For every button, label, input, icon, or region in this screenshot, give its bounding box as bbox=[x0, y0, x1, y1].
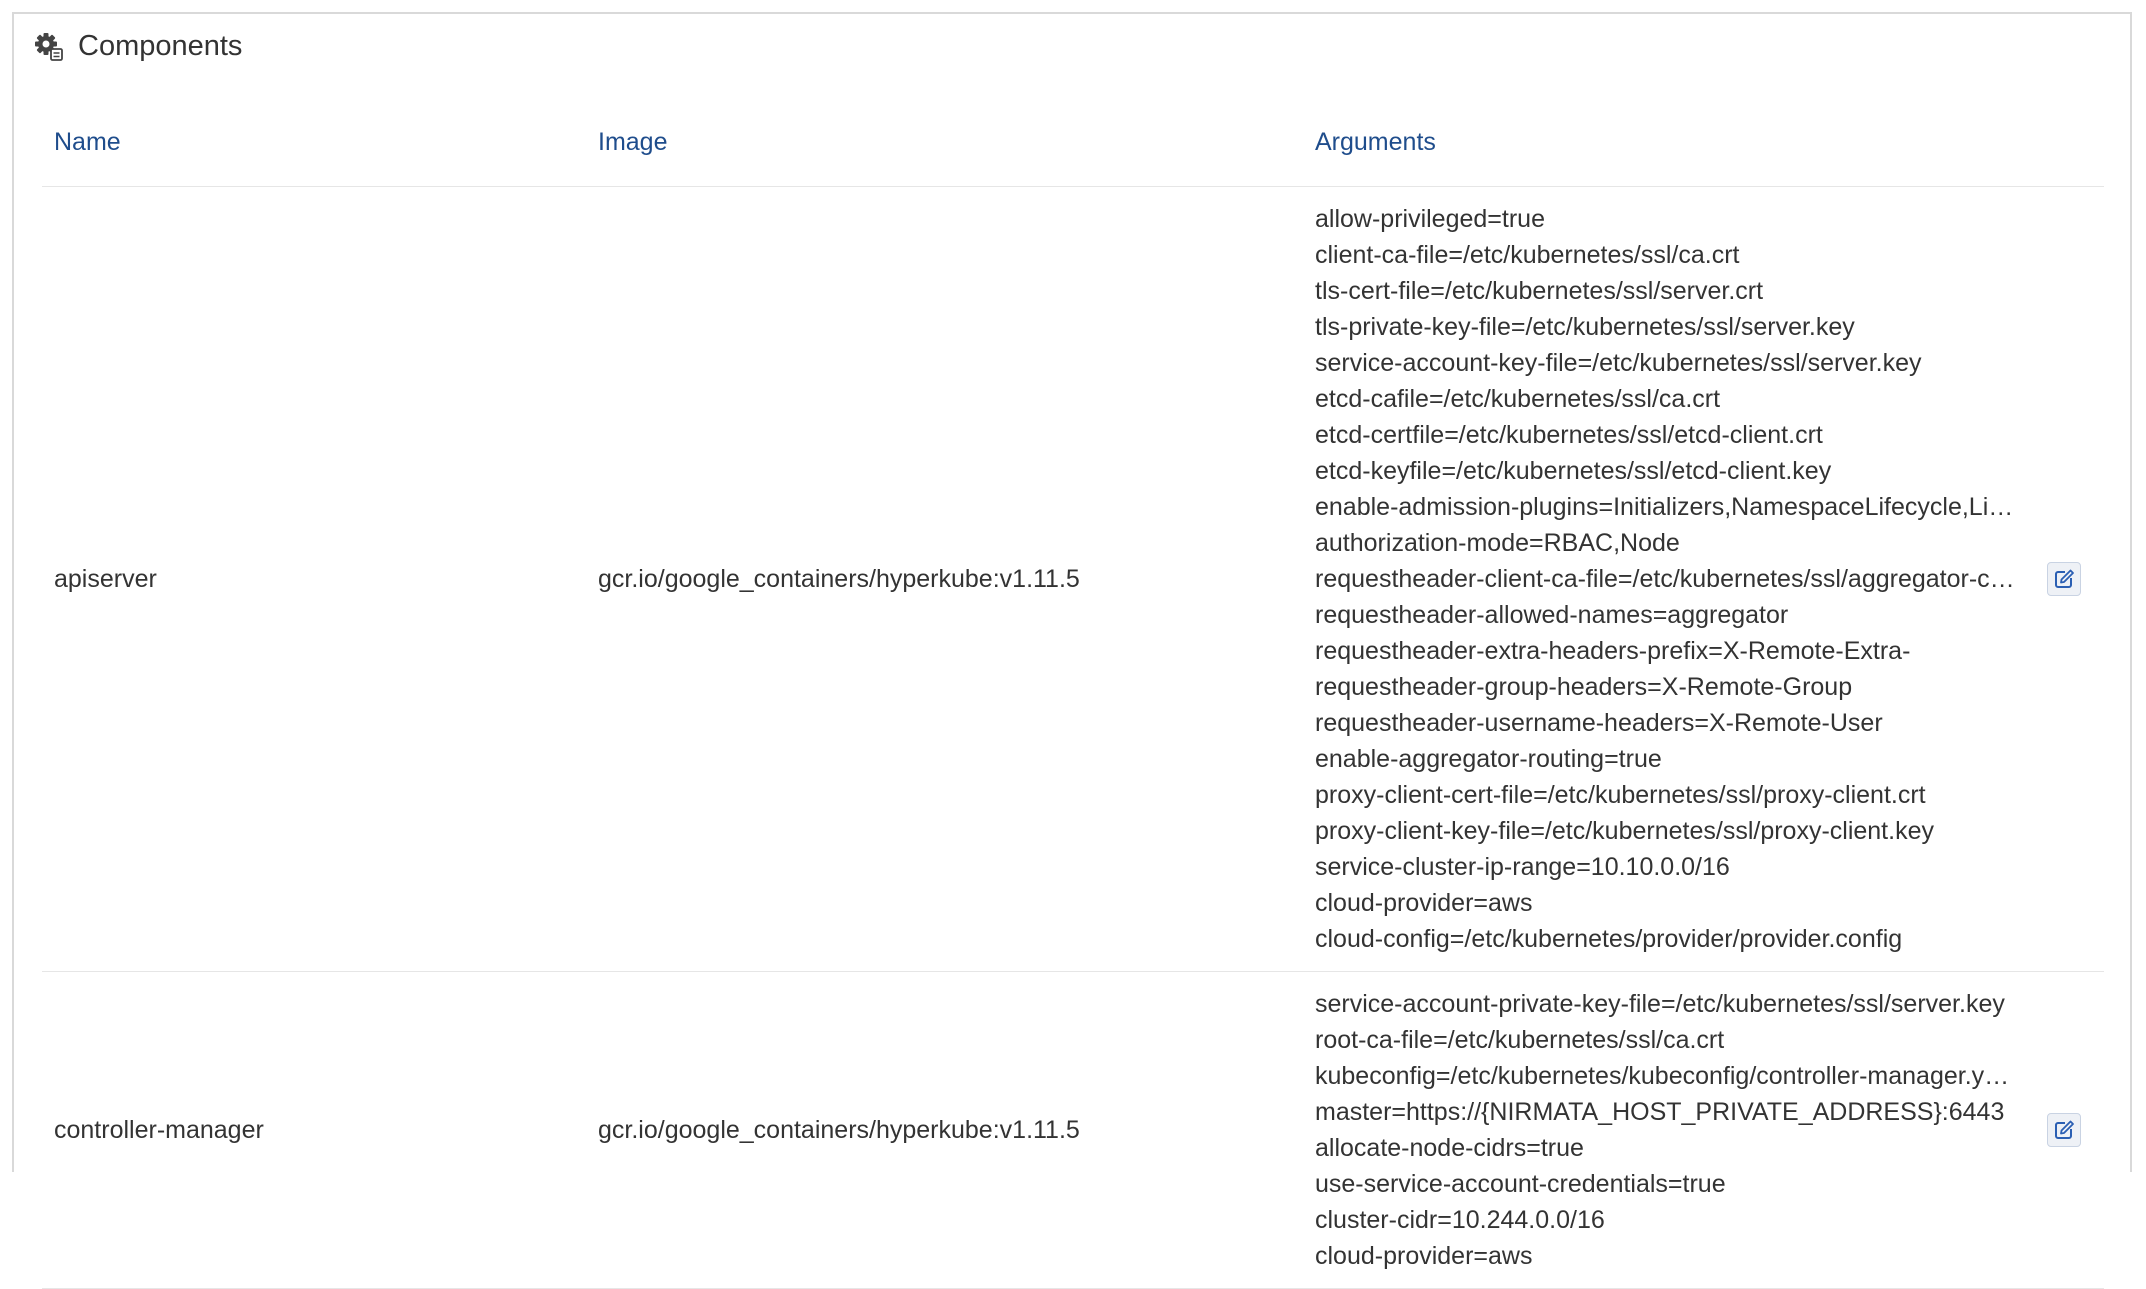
argument-item: etcd-keyfile=/etc/kubernetes/ssl/etcd-cl… bbox=[1315, 457, 1832, 485]
column-header-arguments[interactable]: Arguments bbox=[1303, 114, 2033, 187]
edit-icon bbox=[2055, 569, 2074, 588]
table-row: apiserver gcr.io/google_containers/hyperk… bbox=[42, 186, 2104, 972]
column-header-actions bbox=[2033, 114, 2104, 187]
row-actions bbox=[2033, 186, 2104, 972]
table-header-row: Name Image Arguments bbox=[42, 114, 2104, 187]
column-header-name[interactable]: Name bbox=[42, 114, 586, 187]
argument-item: requestheader-allowed-names=aggregator bbox=[1315, 601, 1789, 629]
components-panel: Components Name Image Arguments apiserve… bbox=[12, 12, 2132, 1289]
components-table: Name Image Arguments apiserver gcr.io/goo… bbox=[42, 114, 2104, 1289]
argument-item: master=https://{NIRMATA_HOST_PRIVATE_ADD… bbox=[1315, 1098, 2005, 1126]
column-header-image[interactable]: Image bbox=[586, 114, 1303, 187]
component-image: gcr.io/google_containers/hyperkube:v1.11… bbox=[586, 971, 1303, 1289]
argument-item: service-cluster-ip-range=10.10.0.0/16 bbox=[1315, 853, 1730, 881]
argument-item: etcd-cafile=/etc/kubernetes/ssl/ca.crt bbox=[1315, 385, 1721, 413]
argument-item: enable-admission-plugins=Initializers,Na… bbox=[1315, 493, 2015, 521]
argument-item: requestheader-client-ca-file=/etc/kubern… bbox=[1315, 565, 2015, 593]
argument-item: kubeconfig=/etc/kubernetes/kubeconfig/co… bbox=[1315, 1062, 2015, 1090]
component-image: gcr.io/google_containers/hyperkube:v1.11… bbox=[586, 186, 1303, 972]
argument-item: requestheader-username-headers=X-Remote-… bbox=[1315, 709, 1883, 737]
component-arguments: allow-privileged=true client-ca-file=/etc… bbox=[1303, 186, 2033, 972]
table-row: controller-manager gcr.io/google_containe… bbox=[42, 971, 2104, 1289]
argument-item: service-account-key-file=/etc/kubernetes… bbox=[1315, 349, 1922, 377]
edit-button[interactable] bbox=[2047, 1113, 2081, 1147]
argument-item: service-account-private-key-file=/etc/ku… bbox=[1315, 990, 2005, 1018]
argument-item: etcd-certfile=/etc/kubernetes/ssl/etcd-c… bbox=[1315, 421, 1823, 449]
argument-item: cloud-config=/etc/kubernetes/provider/pr… bbox=[1315, 925, 1903, 953]
argument-item: cloud-provider=aws bbox=[1315, 1242, 1533, 1270]
argument-item: client-ca-file=/etc/kubernetes/ssl/ca.cr… bbox=[1315, 241, 1740, 269]
argument-item: allocate-node-cidrs=true bbox=[1315, 1134, 1584, 1162]
argument-item: cloud-provider=aws bbox=[1315, 889, 1533, 917]
argument-item: allow-privileged=true bbox=[1315, 205, 1545, 233]
argument-item: proxy-client-cert-file=/etc/kubernetes/s… bbox=[1315, 781, 1926, 809]
panel-header: Components bbox=[34, 30, 242, 63]
argument-item: tls-cert-file=/etc/kubernetes/ssl/server… bbox=[1315, 277, 1764, 305]
edit-icon bbox=[2055, 1120, 2074, 1139]
argument-item: authorization-mode=RBAC,Node bbox=[1315, 529, 1680, 557]
argument-item: proxy-client-key-file=/etc/kubernetes/ss… bbox=[1315, 817, 1934, 845]
argument-item: cluster-cidr=10.244.0.0/16 bbox=[1315, 1206, 1605, 1234]
argument-item: enable-aggregator-routing=true bbox=[1315, 745, 1662, 773]
argument-item: tls-private-key-file=/etc/kubernetes/ssl… bbox=[1315, 313, 1855, 341]
gear-icon bbox=[34, 32, 64, 62]
argument-item: root-ca-file=/etc/kubernetes/ssl/ca.crt bbox=[1315, 1026, 1725, 1054]
panel-title: Components bbox=[78, 30, 243, 62]
argument-item: requestheader-extra-headers-prefix=X-Rem… bbox=[1315, 637, 1911, 665]
edit-button[interactable] bbox=[2047, 562, 2081, 596]
component-name: apiserver bbox=[42, 186, 586, 972]
component-name: controller-manager bbox=[42, 971, 586, 1289]
row-actions bbox=[2033, 971, 2104, 1289]
component-arguments: service-account-private-key-file=/etc/ku… bbox=[1303, 971, 2033, 1289]
argument-item: use-service-account-credentials=true bbox=[1315, 1170, 1726, 1198]
argument-item: requestheader-group-headers=X-Remote-Gro… bbox=[1315, 673, 1853, 701]
